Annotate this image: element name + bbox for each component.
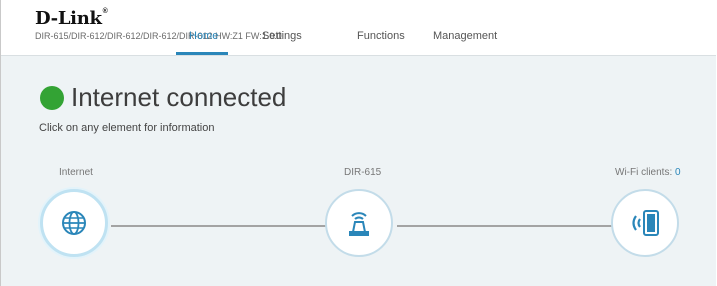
nav-home-underline: [176, 52, 228, 55]
wifi-clients-text: Wi-Fi clients:: [615, 167, 675, 178]
connector-router-wifi: [397, 225, 612, 227]
app-frame: D-Link® DIR-615/DIR-612/DIR-612/DIR-612/…: [0, 0, 716, 286]
dlink-logo: D-Link®: [35, 8, 108, 29]
internet-label: Internet: [59, 167, 93, 178]
router-node[interactable]: [325, 189, 393, 257]
globe-icon: [62, 211, 86, 235]
wifi-clients-label: Wi-Fi clients: 0: [615, 167, 681, 178]
connection-status: Internet connected: [71, 82, 287, 112]
nav-settings[interactable]: Settings: [262, 30, 302, 42]
connector-internet-router: [111, 225, 326, 227]
network-overview: Internet connected Click on any element …: [1, 56, 716, 286]
top-bar: D-Link® DIR-615/DIR-612/DIR-612/DIR-612/…: [1, 0, 716, 56]
info-hint: Click on any element for information: [39, 122, 215, 134]
internet-node[interactable]: [40, 189, 108, 257]
nav-home[interactable]: Home: [189, 30, 218, 42]
nav-management[interactable]: Management: [433, 30, 497, 42]
nav-functions[interactable]: Functions: [357, 30, 405, 42]
wifi-tablet-icon: [632, 210, 659, 236]
status-indicator: [40, 86, 64, 110]
wifi-clients-node[interactable]: [611, 189, 679, 257]
model-info: DIR-615/DIR-612/DIR-612/DIR-612/DIR-612 …: [35, 31, 282, 41]
router-label: DIR-615: [344, 167, 382, 178]
wifi-clients-count: 0: [675, 167, 681, 178]
router-icon: [349, 212, 369, 236]
